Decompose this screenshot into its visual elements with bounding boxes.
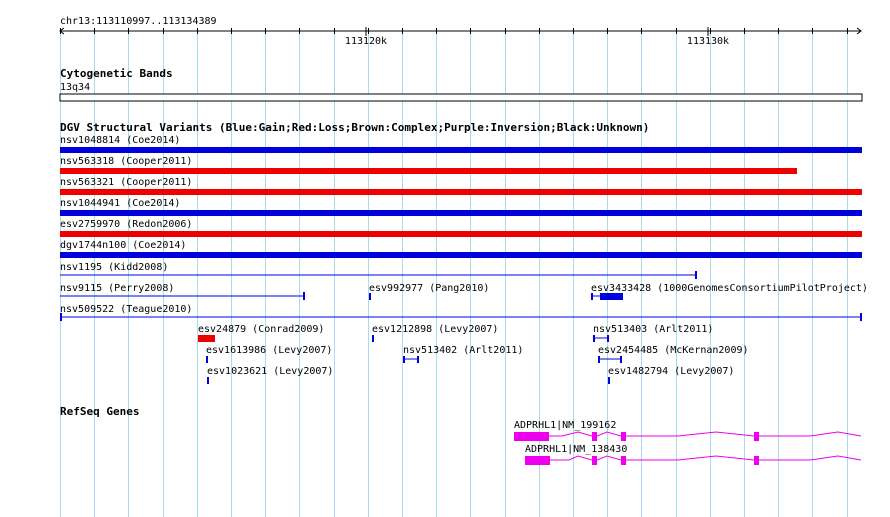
variant-label[interactable]: dgv1744n100 (Coe2014)	[60, 240, 186, 251]
ruler-tick-label: 113120k	[345, 36, 387, 47]
genome-browser-track-view: chr13:113110997..113134389 113120k 11313…	[0, 0, 890, 517]
variant-label[interactable]: nsv513402 (Arlt2011)	[403, 345, 523, 356]
ruler: chr13:113110997..113134389 113120k 11313…	[59, 16, 862, 47]
variant-feature[interactable]	[60, 210, 862, 216]
variant-feature[interactable]	[608, 377, 610, 384]
gene-exon	[525, 456, 550, 465]
gene-exon	[592, 432, 597, 441]
variant-label[interactable]: esv2454485 (McKernan2009)	[598, 345, 749, 356]
gene-exon	[621, 456, 626, 465]
variant-label[interactable]: nsv509522 (Teague2010)	[60, 304, 192, 315]
variant-feature[interactable]	[60, 189, 862, 195]
variant-feature-block[interactable]	[600, 293, 623, 300]
variant-label[interactable]: esv24879 (Conrad2009)	[198, 324, 324, 335]
dgv-track-title[interactable]: DGV Structural Variants (Blue:Gain;Red:L…	[60, 121, 649, 134]
gene-model[interactable]: ADPRHL1|NM_199162	[514, 420, 862, 441]
variant-label[interactable]: nsv563321 (Cooper2011)	[60, 177, 192, 188]
variant-label[interactable]: nsv1195 (Kidd2008)	[60, 262, 168, 273]
refseq-track: RefSeq Genes ADPRHL1|NM_199162 ADPRHL1|N…	[60, 405, 862, 465]
variant-label[interactable]: nsv513403 (Arlt2011)	[593, 324, 713, 335]
gene-exon	[592, 456, 597, 465]
variant-label[interactable]: esv2759970 (Redon2006)	[60, 219, 192, 230]
cytoband-track: Cytogenetic Bands 13q34	[59, 67, 863, 102]
variant-feature[interactable]	[60, 252, 862, 258]
variant-feature[interactable]	[60, 231, 862, 237]
variant-label[interactable]: esv3433428 (1000GenomesConsortiumPilotPr…	[591, 283, 868, 294]
gene-exon	[621, 432, 626, 441]
dgv-track: DGV Structural Variants (Blue:Gain;Red:L…	[60, 121, 868, 384]
gene-label[interactable]: ADPRHL1|NM_138430	[525, 444, 627, 455]
track-canvas: chr13:113110997..113134389 113120k 11313…	[59, 16, 868, 517]
variant-label[interactable]: nsv9115 (Perry2008)	[60, 283, 174, 294]
cytoband-bar[interactable]	[59, 93, 863, 102]
variant-feature[interactable]	[60, 168, 797, 174]
variant-feature[interactable]	[206, 356, 208, 363]
variant-feature[interactable]	[369, 293, 371, 300]
refseq-track-title[interactable]: RefSeq Genes	[60, 405, 139, 418]
variant-feature[interactable]	[60, 147, 862, 153]
gene-exon	[754, 432, 759, 441]
variant-label[interactable]: esv1482794 (Levy2007)	[608, 366, 734, 377]
variant-label[interactable]: esv1613986 (Levy2007)	[206, 345, 332, 356]
gene-model[interactable]: ADPRHL1|NM_138430	[525, 444, 862, 465]
variant-feature[interactable]	[372, 335, 374, 342]
variant-feature[interactable]	[198, 335, 215, 342]
variant-feature[interactable]	[591, 293, 593, 300]
variant-feature[interactable]	[207, 377, 209, 384]
gene-label[interactable]: ADPRHL1|NM_199162	[514, 420, 616, 431]
variant-label[interactable]: nsv1044941 (Coe2014)	[60, 198, 180, 209]
variant-label[interactable]: esv1023621 (Levy2007)	[207, 366, 333, 377]
ruler-tick-label: 113130k	[687, 36, 729, 47]
variant-label[interactable]: nsv563318 (Cooper2011)	[60, 156, 192, 167]
gene-exon	[514, 432, 549, 441]
cytoband-label: 13q34	[60, 82, 90, 93]
variant-label[interactable]: esv1212898 (Levy2007)	[372, 324, 498, 335]
region-label: chr13:113110997..113134389	[60, 16, 217, 27]
cytoband-track-title[interactable]: Cytogenetic Bands	[60, 67, 173, 80]
gene-exon	[754, 456, 759, 465]
grid-lines	[60, 30, 848, 517]
variant-label[interactable]: esv992977 (Pang2010)	[369, 283, 489, 294]
variant-label[interactable]: nsv1048814 (Coe2014)	[60, 135, 180, 146]
